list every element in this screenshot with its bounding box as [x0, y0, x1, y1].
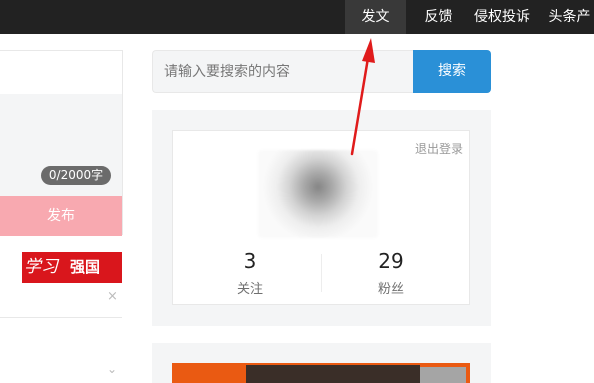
close-icon[interactable]: ×	[107, 289, 118, 304]
logout-link[interactable]: 退出登录	[415, 140, 463, 157]
left-header-panel	[0, 50, 123, 96]
nav-item-infringement-complaint[interactable]: 侵权投诉	[469, 0, 535, 34]
banner-text: 强国	[70, 258, 101, 276]
nav-item-feedback[interactable]: 反馈	[416, 0, 461, 34]
top-nav-bar: 发文 反馈 侵权投诉 头条产	[0, 0, 594, 34]
following-count[interactable]: 3	[200, 249, 300, 273]
following-label[interactable]: 关注	[200, 278, 300, 297]
promo-thumb	[420, 367, 466, 383]
stats-divider	[321, 254, 322, 292]
promo-image	[246, 365, 420, 383]
followers-count[interactable]: 29	[341, 249, 441, 273]
avatar[interactable]	[258, 150, 378, 238]
banner-logo: 学习	[24, 257, 58, 277]
char-count-badge: 0/2000字	[41, 166, 111, 185]
xuexi-qiangguo-banner[interactable]: 学习 强国	[22, 252, 122, 283]
followers-label[interactable]: 粉丝	[341, 278, 441, 297]
search-input[interactable]	[152, 50, 413, 93]
publish-button[interactable]: 发布	[0, 196, 122, 236]
nav-item-post-article[interactable]: 发文	[345, 0, 406, 34]
nav-item-toutiao-product[interactable]: 头条产	[545, 0, 594, 34]
chevron-down-icon[interactable]: ⌄	[107, 362, 117, 376]
divider	[0, 317, 122, 318]
search-button[interactable]: 搜索	[413, 50, 491, 93]
